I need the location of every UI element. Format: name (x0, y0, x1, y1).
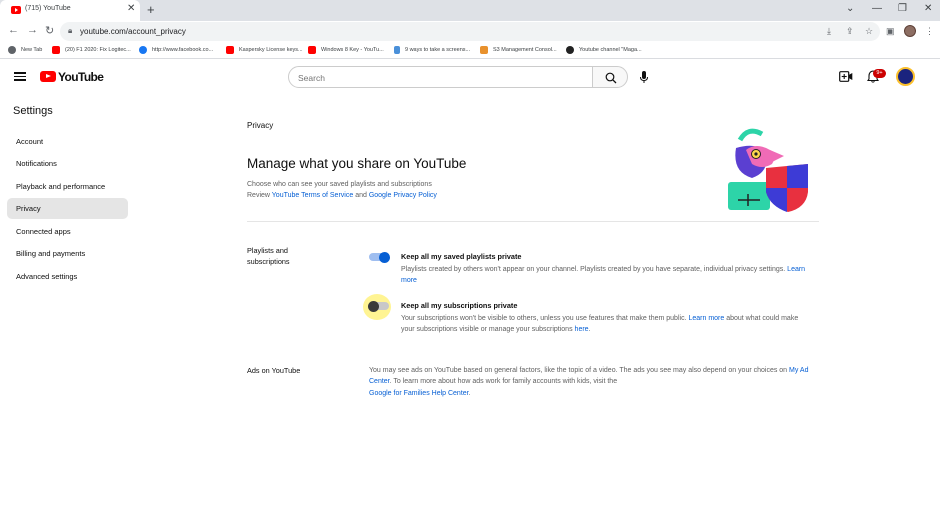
browser-tab-youtube[interactable]: (715) YouTube ✕ (0, 0, 140, 21)
ads-description: You may see ads on YouTube based on gene… (369, 367, 809, 397)
privacy-policy-link[interactable]: Google Privacy Policy (369, 192, 437, 199)
settings-sidebar-title: Settings (13, 105, 53, 117)
subscriptions-toggle-label: Keep all my subscriptions private (401, 301, 518, 310)
bookmark-item[interactable]: Youtube channel "Maga... (566, 46, 642, 56)
facebook-icon (139, 46, 147, 54)
bookmark-item[interactable]: 9 ways to take a screens... (394, 46, 470, 56)
bookmark-item[interactable]: S3 Management Consol... (480, 46, 557, 56)
search-icon (605, 72, 617, 84)
bookmarks-bar: New Tab (20) F1 2020: Fix Logitec... htt… (0, 42, 940, 59)
restore-icon[interactable]: ❐ (898, 3, 907, 14)
playlists-section-label: Playlists and subscriptions (247, 246, 290, 266)
sidebar-item-connected-apps[interactable]: Connected apps (7, 221, 128, 242)
youtube-favicon-icon (52, 46, 60, 54)
toggle-knob (368, 300, 379, 312)
intro-review-line: Review YouTube Terms of Service and Goog… (247, 192, 437, 200)
manage-subscriptions-here-link[interactable]: here (575, 326, 589, 333)
lock-icon[interactable]: 🔒︎ (68, 26, 72, 36)
sidebar-item-advanced[interactable]: Advanced settings (7, 266, 128, 287)
section-title: Privacy (247, 121, 274, 130)
account-avatar[interactable] (896, 67, 915, 86)
tab-title: (715) YouTube (25, 5, 71, 12)
address-url: youtube.com/account_privacy (80, 27, 186, 36)
guide-menu-icon[interactable] (14, 72, 26, 81)
playlists-private-toggle[interactable] (369, 251, 390, 263)
minimize-icon[interactable]: — (872, 3, 882, 14)
page-heading: Manage what you share on YouTube (247, 156, 467, 171)
subscriptions-private-toggle[interactable] (368, 300, 389, 312)
bookmark-item[interactable]: Kaspersky License keys... (226, 46, 303, 56)
sidebar-item-privacy[interactable]: Privacy (7, 198, 128, 219)
browser-toolbar: ← → ↻ 🔒︎ youtube.com/account_privacy ⤓ ⇪… (0, 21, 940, 42)
close-window-icon[interactable]: ✕ (924, 3, 932, 14)
youtube-favicon-icon (11, 6, 21, 14)
bookmark-item[interactable]: http://www.facebook.co... (139, 46, 213, 56)
toggle-knob (379, 251, 390, 263)
sidebar-item-playback[interactable]: Playback and performance (7, 176, 128, 197)
subscriptions-learn-more-link[interactable]: Learn more (688, 315, 724, 322)
reload-icon[interactable]: ↻ (45, 24, 54, 37)
tab-close-icon[interactable]: ✕ (127, 3, 135, 14)
bookmark-item[interactable]: Windows 8 Key - YouTu... (308, 46, 384, 56)
youtube-favicon-icon (308, 46, 316, 54)
side-panel-icon[interactable]: ▣ (886, 26, 895, 37)
youtube-logo-text: YouTube (58, 70, 104, 84)
tab-search-chevron-icon[interactable]: ⌄ (846, 3, 854, 14)
new-tab-icon[interactable]: + (147, 2, 155, 17)
browser-profile-avatar[interactable] (904, 25, 916, 37)
address-bar[interactable]: 🔒︎ youtube.com/account_privacy (60, 22, 880, 41)
search-button[interactable] (592, 66, 628, 88)
browser-menu-icon[interactable]: ⋮ (925, 26, 934, 37)
youtube-favicon-icon (226, 46, 234, 54)
intro-text: Choose who can see your saved playlists … (247, 179, 437, 202)
bookmark-item[interactable]: New Tab (8, 46, 42, 56)
search-box[interactable] (288, 66, 593, 88)
install-app-icon[interactable]: ⤓ (827, 26, 831, 37)
browser-tab-strip: (715) YouTube ✕ + ⌄ — ❐ ✕ (0, 0, 940, 21)
terms-of-service-link[interactable]: YouTube Terms of Service (272, 192, 353, 199)
sidebar-item-account[interactable]: Account (7, 131, 128, 152)
google-families-help-center-link[interactable]: Google for Families Help Center (369, 390, 469, 397)
playlists-description: Playlists created by others won't appear… (401, 266, 806, 285)
back-arrow-icon[interactable]: ← (8, 24, 19, 36)
share-icon[interactable]: ⇪ (846, 26, 854, 37)
bookmark-star-icon[interactable]: ☆ (865, 26, 873, 37)
playlists-toggle-label: Keep all my saved playlists private (401, 252, 522, 261)
notification-count-badge: 9+ (873, 69, 886, 78)
pin-icon (394, 46, 400, 54)
github-icon (566, 46, 574, 54)
search-input[interactable] (298, 71, 578, 84)
youtube-play-icon (40, 71, 56, 82)
microphone-icon[interactable] (638, 70, 650, 84)
bookmark-item[interactable]: (20) F1 2020: Fix Logitec... (52, 46, 131, 56)
sidebar-item-notifications[interactable]: Notifications (7, 153, 128, 174)
create-video-icon[interactable] (839, 71, 853, 82)
privacy-illustration (728, 128, 808, 212)
globe-icon (8, 46, 16, 54)
aws-icon (480, 46, 488, 54)
sidebar-item-billing[interactable]: Billing and payments (7, 243, 128, 264)
forward-arrow-icon[interactable]: → (27, 24, 38, 36)
section-divider (247, 221, 819, 222)
ads-section-label: Ads on YouTube (247, 366, 301, 375)
subscriptions-description: Your subscriptions won't be visible to o… (401, 315, 799, 334)
